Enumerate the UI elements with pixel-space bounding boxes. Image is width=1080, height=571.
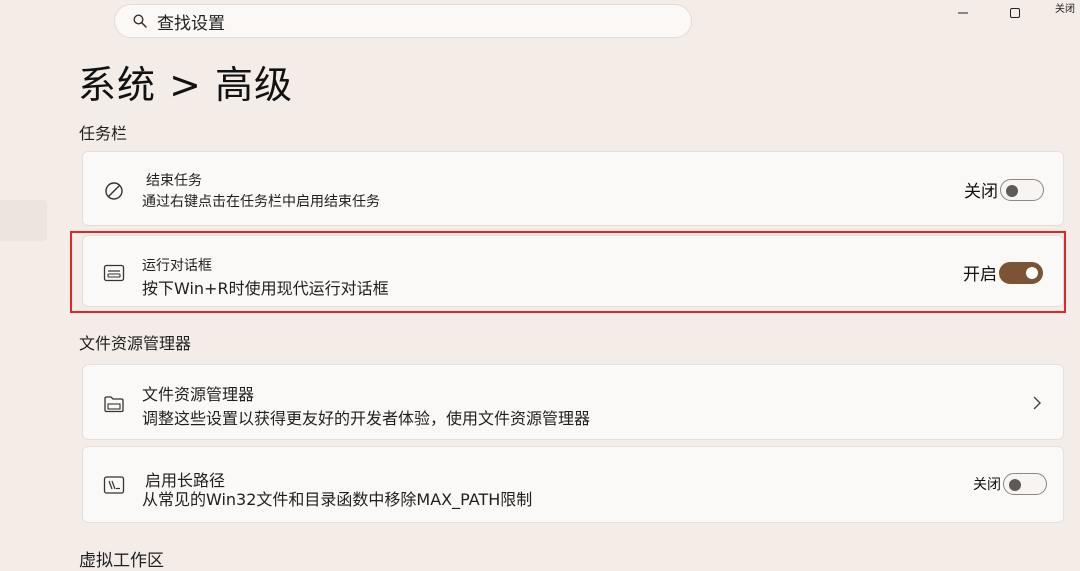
toggle-knob [1026,266,1038,279]
close-button[interactable]: 关闭 [1050,0,1080,26]
minimize-button[interactable] [950,0,976,26]
toggle-state-label: 关闭 [964,182,998,202]
toggle-knob [1006,184,1018,197]
setting-title: 运行对话框 [142,258,212,274]
setting-description: 调整这些设置以获得更友好的开发者体验，使用文件资源管理器 [142,409,591,428]
toggle-state-label: 关闭 [973,477,1001,493]
search-input[interactable]: 查找设置 [157,9,225,34]
setting-card-end-task: 结束任务 通过右键点击在任务栏中启用结束任务 关闭 [82,151,1064,226]
sidebar-item[interactable] [0,200,47,241]
chevron-right-icon [1029,395,1045,411]
long-paths-toggle-group[interactable]: 关闭 [973,473,1047,495]
section-heading-file-explorer: 文件资源管理器 [79,334,192,353]
setting-description: 从常见的Win32文件和目录函数中移除MAX_PATH限制 [142,490,533,509]
setting-description: 按下Win+R时使用现代运行对话框 [142,279,389,298]
run-dialog-toggle-group[interactable]: 开启 [963,260,1043,285]
long-paths-toggle[interactable] [1003,473,1047,495]
section-heading-virtual-workspace: 虚拟工作区 [79,551,164,571]
prohibited-icon [102,179,126,203]
maximize-icon [1010,8,1020,18]
setting-card-file-explorer[interactable]: 文件资源管理器 调整这些设置以获得更友好的开发者体验，使用文件资源管理器 [82,364,1064,440]
toggle-state-label: 开启 [963,265,997,285]
long-path-icon [102,473,126,497]
setting-card-run-dialog: 运行对话框 按下Win+R时使用现代运行对话框 开启 [82,235,1064,307]
end-task-toggle-group[interactable]: 关闭 [964,177,1044,202]
maximize-button[interactable] [1002,0,1028,26]
toggle-knob [1009,479,1021,491]
setting-description: 通过右键点击在任务栏中启用结束任务 [142,194,380,210]
search-box[interactable]: 查找设置 [114,4,692,38]
section-heading-taskbar: 任务栏 [79,124,128,143]
setting-title: 结束任务 [146,173,202,189]
folder-icon [102,392,126,416]
end-task-toggle[interactable] [1000,178,1044,201]
run-window-icon [102,261,126,285]
setting-title: 文件资源管理器 [142,385,255,404]
run-dialog-toggle[interactable] [999,261,1043,284]
search-icon [131,12,149,30]
minimize-icon [958,12,968,14]
setting-card-long-paths: 启用长路径 从常见的Win32文件和目录函数中移除MAX_PATH限制 关闭 [82,446,1064,523]
page-title: 系统 > 高级 [78,63,293,107]
